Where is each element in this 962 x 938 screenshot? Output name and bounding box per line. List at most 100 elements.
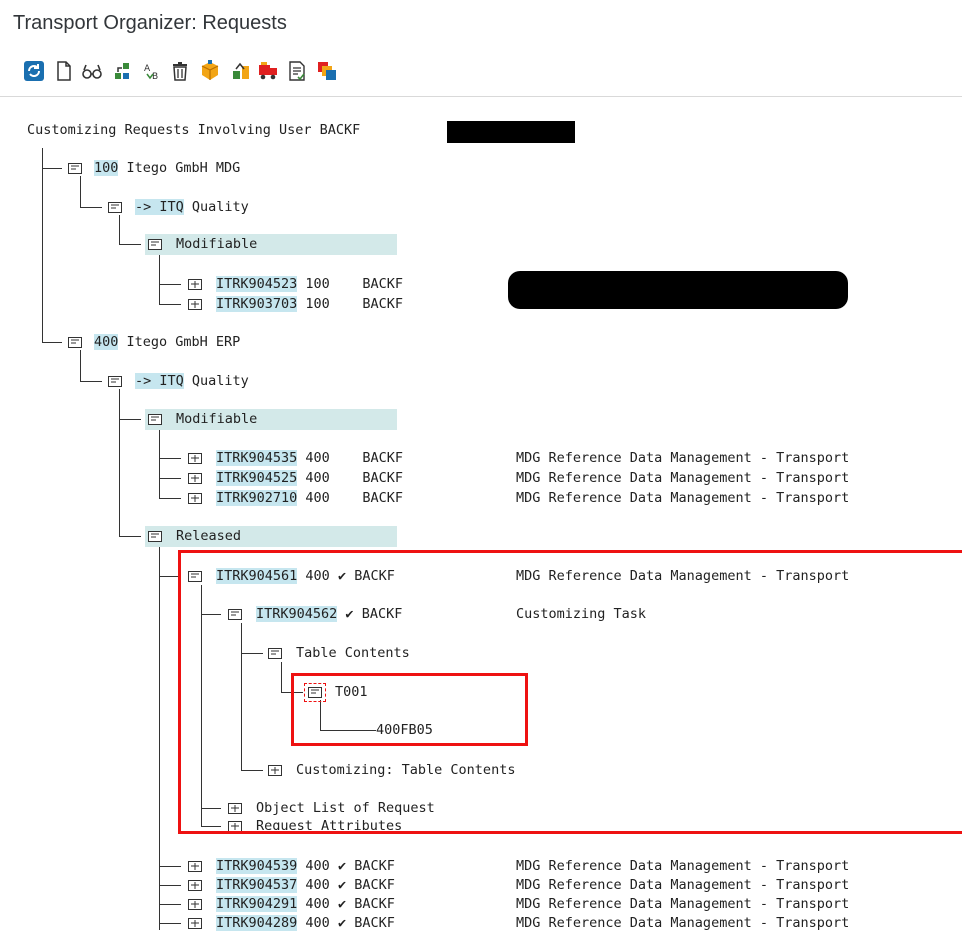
client-number: 100	[94, 160, 119, 176]
tree-line	[159, 885, 181, 886]
released-node[interactable]: Released	[176, 527, 241, 545]
target-node[interactable]: -> ITQ Quality	[135, 198, 249, 216]
request-row[interactable]: ITRK904525 400 BACKF	[216, 469, 403, 487]
title-bar: Transport Organizer: Requests	[0, 0, 962, 48]
request-owner: BACKF	[354, 877, 395, 893]
request-owner: BACKF	[354, 858, 395, 874]
request-id: ITRK904539	[216, 858, 298, 874]
request-owner: BACKF	[362, 296, 403, 312]
request-row[interactable]: ITRK904537 400 ✔ BACKF	[216, 876, 395, 894]
client-100-node[interactable]: 100 Itego GmbH MDG	[94, 159, 240, 177]
request-owner: BACKF	[362, 490, 403, 506]
request-row[interactable]: ITRK902710 400 BACKF	[216, 489, 403, 507]
target-system: -> ITQ	[135, 199, 184, 215]
tree-line	[119, 536, 141, 537]
folder-open-icon[interactable]	[68, 337, 82, 348]
modifiable-node[interactable]: Modifiable	[176, 410, 257, 428]
request-id: ITRK904537	[216, 877, 298, 893]
released-check-icon: ✔	[337, 915, 347, 931]
page-title: Transport Organizer: Requests	[13, 12, 287, 34]
folder-closed-icon[interactable]	[188, 880, 202, 891]
request-row[interactable]: ITRK904523 100 BACKF	[216, 275, 403, 293]
request-client: 400	[305, 877, 330, 893]
folder-closed-icon[interactable]	[188, 899, 202, 910]
request-client: 400	[305, 470, 330, 486]
refresh-icon[interactable]	[21, 58, 47, 84]
request-owner: BACKF	[362, 450, 403, 466]
request-row[interactable]: ITRK904535 400 BACKF	[216, 449, 403, 467]
request-id: ITRK904523	[216, 276, 298, 292]
delete-trash-icon[interactable]	[167, 58, 193, 84]
tree-line	[159, 866, 181, 867]
tree-line	[159, 252, 160, 305]
folder-closed-icon[interactable]	[188, 299, 202, 310]
svg-text:A: A	[144, 64, 151, 74]
request-description: MDG Reference Data Management - Transpor…	[516, 450, 850, 466]
folder-open-icon[interactable]	[148, 414, 162, 425]
request-id: ITRK902710	[216, 490, 298, 506]
target-label: Quality	[183, 373, 249, 389]
folder-open-icon[interactable]	[108, 376, 122, 387]
tree-line	[159, 304, 181, 305]
client-name: Itego GmbH ERP	[118, 334, 241, 350]
request-client: 100	[305, 276, 330, 292]
tree-line	[159, 284, 181, 285]
target-node[interactable]: -> ITQ Quality	[135, 372, 249, 390]
folder-open-icon[interactable]	[148, 239, 162, 250]
released-check-icon: ✔	[337, 858, 347, 874]
folder-closed-icon[interactable]	[188, 493, 202, 504]
client-number: 400	[94, 334, 119, 350]
tree-line	[80, 350, 81, 382]
released-check-icon: ✔	[337, 877, 347, 893]
tree-line	[42, 342, 62, 343]
lock-package-icon[interactable]	[197, 58, 223, 84]
folder-closed-icon[interactable]	[188, 861, 202, 872]
request-client: 400	[305, 490, 330, 506]
display-glasses-icon[interactable]	[79, 58, 105, 84]
request-id: ITRK904289	[216, 915, 298, 931]
folder-closed-icon[interactable]	[188, 453, 202, 464]
new-document-icon[interactable]	[51, 58, 77, 84]
document-check-icon[interactable]	[284, 58, 310, 84]
request-row[interactable]: ITRK903703 100 BACKF	[216, 295, 403, 313]
target-label: Quality	[183, 199, 249, 215]
request-client: 400	[305, 915, 330, 931]
request-description: MDG Reference Data Management - Transpor…	[516, 896, 850, 912]
folder-open-icon[interactable]	[108, 202, 122, 213]
request-owner: BACKF	[362, 470, 403, 486]
request-client: 400	[305, 450, 330, 466]
modifiable-node[interactable]: Modifiable	[176, 235, 257, 253]
sort-ab-icon[interactable]: AB	[139, 58, 165, 84]
tree-line	[159, 458, 181, 459]
redaction	[508, 271, 848, 309]
client-400-node[interactable]: 400 Itego GmbH ERP	[94, 333, 240, 351]
folder-closed-icon[interactable]	[188, 473, 202, 484]
request-description: MDG Reference Data Management - Transpor…	[516, 858, 850, 874]
redaction	[447, 121, 575, 143]
tree-line	[159, 923, 181, 924]
request-row[interactable]: ITRK904291 400 ✔ BACKF	[216, 895, 395, 913]
released-check-icon: ✔	[337, 896, 347, 912]
request-id: ITRK904291	[216, 896, 298, 912]
request-row[interactable]: ITRK904289 400 ✔ BACKF	[216, 914, 395, 932]
client-name: Itego GmbH MDG	[118, 160, 241, 176]
tree-line	[42, 168, 62, 169]
folder-closed-icon[interactable]	[188, 918, 202, 929]
target-system: -> ITQ	[135, 373, 184, 389]
copy-layers-icon[interactable]	[314, 58, 340, 84]
request-row[interactable]: ITRK904539 400 ✔ BACKF	[216, 857, 395, 875]
folder-closed-icon[interactable]	[188, 279, 202, 290]
folder-open-icon[interactable]	[148, 531, 162, 542]
folder-open-icon[interactable]	[68, 163, 82, 174]
tree-line	[159, 478, 181, 479]
tree-line	[80, 207, 102, 208]
tree-line	[119, 389, 120, 537]
tree-line	[119, 244, 141, 245]
tree-line	[80, 381, 102, 382]
release-icon[interactable]	[228, 58, 254, 84]
change-icon[interactable]	[109, 58, 135, 84]
tree-line	[42, 148, 43, 343]
transport-truck-icon[interactable]	[255, 58, 281, 84]
root-label: Customizing Requests Involving User BACK…	[27, 122, 361, 138]
request-description: MDG Reference Data Management - Transpor…	[516, 877, 850, 893]
